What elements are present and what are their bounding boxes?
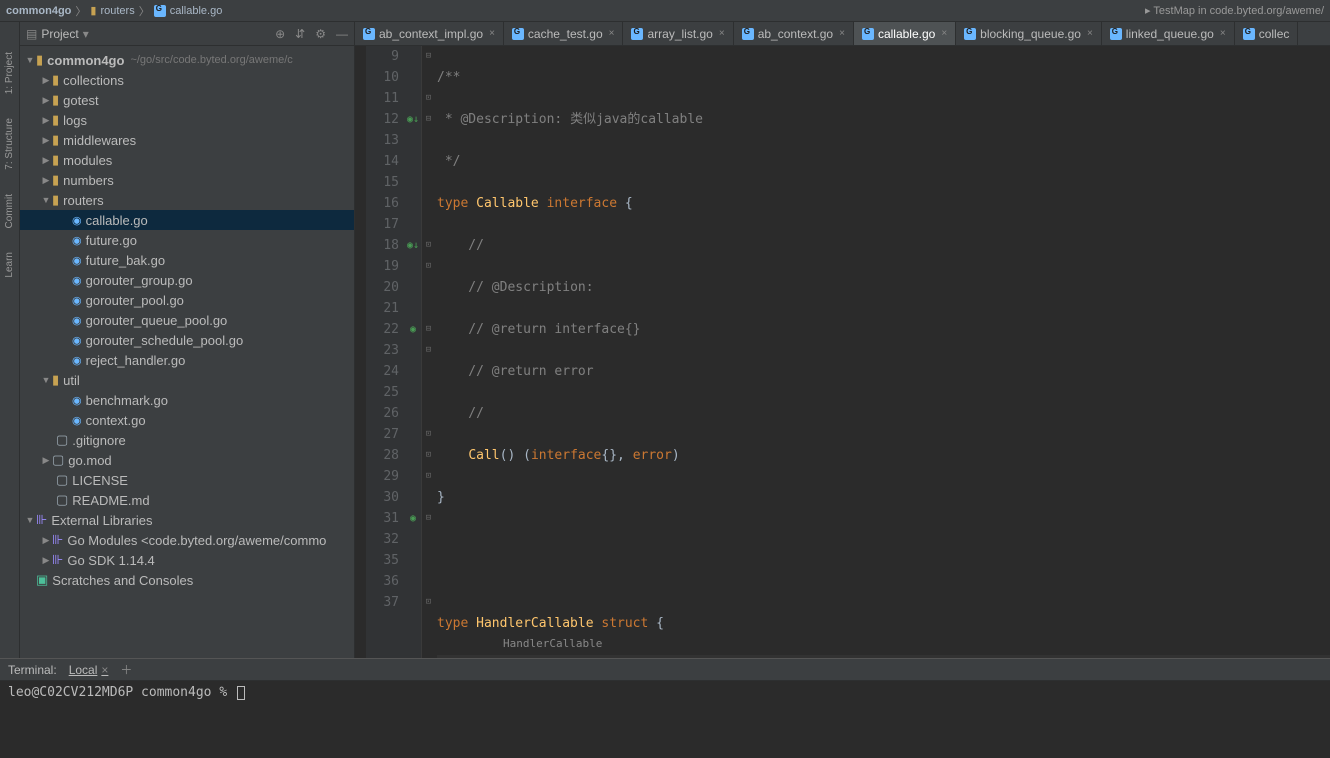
- close-icon[interactable]: ×: [1220, 28, 1226, 39]
- editor-tab[interactable]: linked_queue.go×: [1102, 22, 1235, 45]
- chevron-right-icon: 〉: [139, 3, 150, 19]
- editor-breadcrumb[interactable]: HandlerCallable: [499, 629, 606, 658]
- tree-file[interactable]: ▢LICENSE: [20, 470, 354, 490]
- navigation-bar: common4go 〉 ▮ routers 〉 callable.go ▸ Te…: [0, 0, 1330, 22]
- tree-file[interactable]: ▢README.md: [20, 490, 354, 510]
- tree-folder-util[interactable]: ▼▮util: [20, 370, 354, 390]
- tree-file[interactable]: ▶▢go.mod: [20, 450, 354, 470]
- breadcrumb-root[interactable]: common4go: [6, 5, 71, 17]
- implements-icon[interactable]: ◉↓: [405, 235, 421, 256]
- tree-file[interactable]: ◉future_bak.go: [20, 250, 354, 270]
- tree-file[interactable]: ◉gorouter_schedule_pool.go: [20, 330, 354, 350]
- code-editor[interactable]: 91011 121314 151617 181920 212223 242526…: [355, 46, 1330, 658]
- chevron-right-icon: 〉: [75, 3, 86, 19]
- terminal-body[interactable]: leo@C02CV212MD6P common4go %: [0, 681, 1330, 758]
- close-icon[interactable]: ×: [101, 663, 108, 677]
- override-icon[interactable]: ◉: [405, 508, 421, 529]
- line-number-gutter[interactable]: 91011 121314 151617 181920 212223 242526…: [367, 46, 405, 658]
- editor-tab[interactable]: ab_context.go×: [734, 22, 854, 45]
- hide-icon[interactable]: —: [336, 27, 348, 41]
- editor-tab[interactable]: ab_context_impl.go×: [355, 22, 504, 45]
- tree-file[interactable]: ◉gorouter_group.go: [20, 270, 354, 290]
- project-tree[interactable]: ▼▮ common4go ~/go/src/code.byted.org/awe…: [20, 46, 354, 658]
- go-file-icon: [154, 5, 166, 17]
- terminal-cursor: [237, 686, 245, 700]
- close-icon[interactable]: ×: [839, 28, 845, 39]
- tree-file[interactable]: ◉reject_handler.go: [20, 350, 354, 370]
- editor-tab[interactable]: cache_test.go×: [504, 22, 624, 45]
- close-icon[interactable]: ×: [489, 28, 495, 39]
- close-icon[interactable]: ×: [1087, 28, 1093, 39]
- tree-folder[interactable]: ▶▮middlewares: [20, 130, 354, 150]
- go-file-icon: [363, 28, 375, 40]
- terminal-tool-window: Terminal: Local× ＋ leo@C02CV212MD6P comm…: [0, 658, 1330, 758]
- tree-file[interactable]: ◉context.go: [20, 410, 354, 430]
- editor-tab[interactable]: array_list.go×: [623, 22, 733, 45]
- editor-area: ab_context_impl.go× cache_test.go× array…: [355, 22, 1330, 658]
- implements-icon[interactable]: ◉: [405, 319, 421, 340]
- terminal-tab-local[interactable]: Local×: [69, 663, 109, 677]
- close-icon[interactable]: ×: [719, 28, 725, 39]
- tree-go-modules[interactable]: ▶⊪Go Modules <code.byted.org/aweme/commo: [20, 530, 354, 550]
- implements-icon[interactable]: ◉↓: [405, 109, 421, 130]
- project-view-selector[interactable]: ▤ Project ▾: [26, 27, 89, 41]
- go-file-icon: [1243, 28, 1255, 40]
- locate-icon[interactable]: ⊕: [275, 27, 285, 41]
- new-terminal-button[interactable]: ＋: [120, 661, 132, 678]
- tree-root[interactable]: ▼▮ common4go ~/go/src/code.byted.org/awe…: [20, 50, 354, 70]
- tree-file-callable[interactable]: ◉callable.go: [20, 210, 354, 230]
- project-tool-window: ▤ Project ▾ ⊕ ⇵ ⚙ — ▼▮ common4go ~/go/sr…: [20, 22, 355, 658]
- tree-folder[interactable]: ▶▮logs: [20, 110, 354, 130]
- close-icon[interactable]: ×: [609, 28, 615, 39]
- close-icon[interactable]: ×: [941, 28, 947, 39]
- editor-tab[interactable]: collec: [1235, 22, 1299, 45]
- editor-tab-active[interactable]: callable.go×: [854, 22, 956, 45]
- tree-file[interactable]: ◉gorouter_queue_pool.go: [20, 310, 354, 330]
- left-tool-strip: 1: Project 7: Structure Commit Learn: [0, 22, 20, 658]
- gear-icon[interactable]: ⚙: [315, 27, 326, 41]
- tree-file[interactable]: ◉gorouter_pool.go: [20, 290, 354, 310]
- go-file-icon: [512, 28, 524, 40]
- terminal-prompt: leo@C02CV212MD6P common4go %: [8, 685, 235, 700]
- editor-tab[interactable]: blocking_queue.go×: [956, 22, 1102, 45]
- marker-strip: [355, 46, 367, 658]
- tree-folder[interactable]: ▶▮numbers: [20, 170, 354, 190]
- tool-window-project[interactable]: 1: Project: [4, 52, 15, 94]
- tree-folder[interactable]: ▶▮gotest: [20, 90, 354, 110]
- terminal-label: Terminal:: [8, 663, 57, 677]
- editor-tabs: ab_context_impl.go× cache_test.go× array…: [355, 22, 1330, 46]
- go-file-icon: [1110, 28, 1122, 40]
- tool-window-structure[interactable]: 7: Structure: [4, 118, 15, 170]
- tool-window-learn[interactable]: Learn: [4, 252, 15, 278]
- breadcrumb-file[interactable]: callable.go: [154, 5, 223, 17]
- tool-window-commit[interactable]: Commit: [4, 194, 15, 228]
- tree-go-sdk[interactable]: ▶⊪Go SDK 1.14.4: [20, 550, 354, 570]
- tree-scratches[interactable]: ▣Scratches and Consoles: [20, 570, 354, 590]
- expand-all-icon[interactable]: ⇵: [295, 27, 305, 41]
- run-config-selector[interactable]: ▸ TestMap in code.byted.org/aweme/: [1145, 4, 1324, 17]
- fold-gutter[interactable]: ⊟⊡ ⊟⊡⊡ ⊟⊟⊡⊡⊡ ⊟⊡: [421, 46, 435, 658]
- go-file-icon: [862, 28, 874, 40]
- tree-file[interactable]: ▢.gitignore: [20, 430, 354, 450]
- tree-folder[interactable]: ▶▮modules: [20, 150, 354, 170]
- go-file-icon: [742, 28, 754, 40]
- go-file-icon: [631, 28, 643, 40]
- tree-folder[interactable]: ▶▮collections: [20, 70, 354, 90]
- tree-file[interactable]: ◉benchmark.go: [20, 390, 354, 410]
- gutter-icons[interactable]: ◉↓ ◉↓ ◉ ◉: [405, 46, 421, 658]
- breadcrumb-folder[interactable]: ▮ routers: [90, 4, 134, 17]
- code-content[interactable]: /** * @Description: 类似java的callable */ t…: [435, 46, 1330, 658]
- tree-external-libraries[interactable]: ▼⊪External Libraries: [20, 510, 354, 530]
- tree-folder-routers[interactable]: ▼▮routers: [20, 190, 354, 210]
- tree-file[interactable]: ◉future.go: [20, 230, 354, 250]
- go-file-icon: [964, 28, 976, 40]
